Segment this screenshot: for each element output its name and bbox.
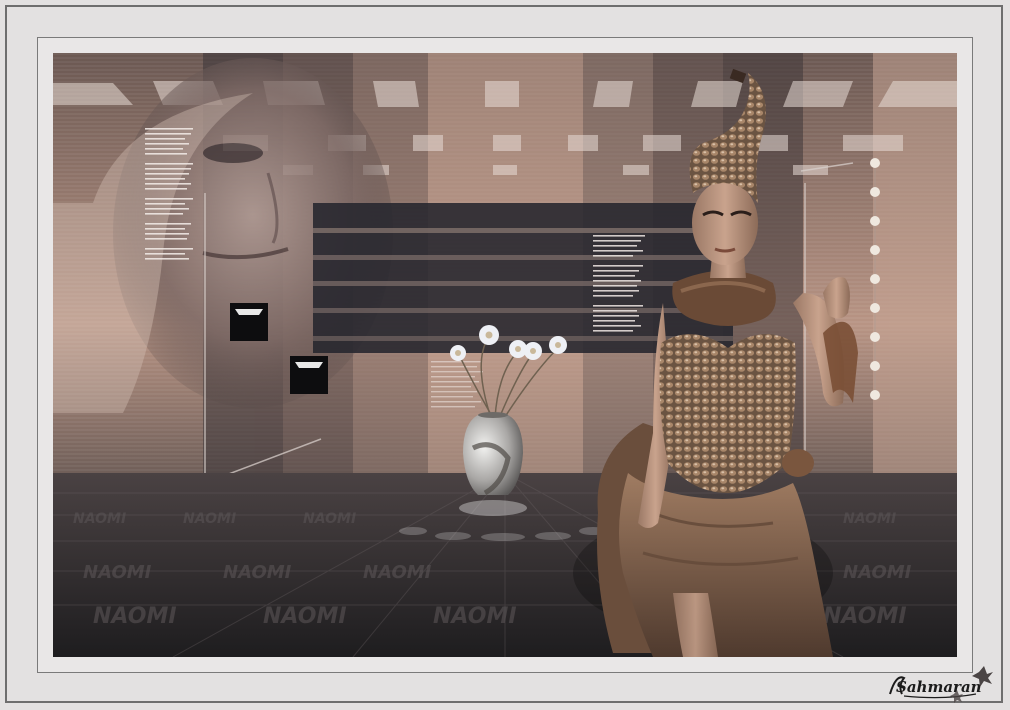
svg-text:NAOMI: NAOMI [843, 511, 896, 527]
svg-text:NAOMI: NAOMI [93, 604, 177, 629]
svg-text:NAOMI: NAOMI [223, 562, 292, 583]
artist-signature: Sahmaran [889, 666, 993, 703]
pearl-string [870, 158, 880, 400]
signature-text: Sahmaran [896, 678, 982, 696]
svg-text:NAOMI: NAOMI [73, 511, 126, 527]
svg-text:NAOMI: NAOMI [433, 604, 517, 629]
svg-text:NAOMI: NAOMI [83, 562, 152, 583]
svg-text:NAOMI: NAOMI [363, 562, 432, 583]
svg-text:NAOMI: NAOMI [303, 511, 356, 527]
svg-text:NAOMI: NAOMI [183, 511, 236, 527]
svg-text:NAOMI: NAOMI [843, 562, 912, 583]
svg-text:NAOMI: NAOMI [823, 604, 907, 629]
svg-text:NAOMI: NAOMI [263, 604, 347, 629]
artwork-canvas: NAOMI NAOMI NAOMI NAOMI NAOMI NAOMI NAOM… [53, 53, 957, 657]
central-window [313, 203, 733, 353]
